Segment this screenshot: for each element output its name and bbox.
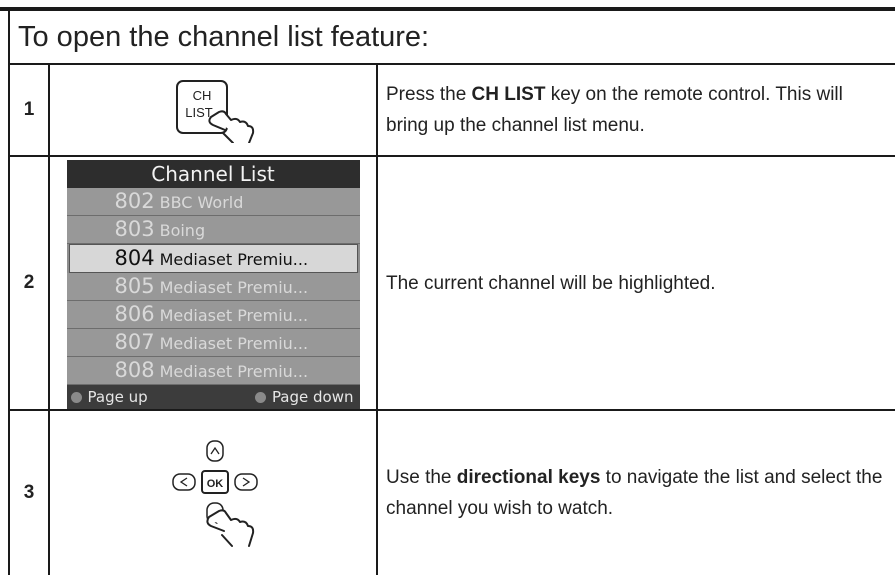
channel-name: Mediaset Premiu... [159, 277, 309, 297]
channel-name: Mediaset Premiu... [159, 249, 309, 269]
colour-button-icon [70, 391, 82, 403]
directional-keys-icon: OK [172, 439, 258, 547]
step-number: 1 [8, 63, 49, 157]
step-text-bold: CH LIST [471, 84, 546, 105]
channel-list-screenshot: Channel List 802 BBC World 803 Boing 804 Me… [66, 159, 360, 409]
channel-list-title: Channel List [66, 159, 360, 188]
pointing-hand-icon [206, 508, 255, 547]
channel-name: Mediaset Premiu... [159, 361, 309, 381]
channel-list-item: 807 Mediaset Premiu... [66, 328, 360, 357]
channel-number: 804 [114, 245, 155, 270]
step-row-1: 1 CH LIST Press the CH LIST key on the r… [8, 63, 895, 157]
step-text: The current channel will be highlighted. [376, 155, 895, 411]
ch-list-key-press-icon: CH LIST [176, 79, 255, 144]
channel-list-item: 803 Boing [66, 215, 360, 244]
step-text: Use the directional keys to navigate the… [376, 409, 895, 575]
step-text-pre: Press the [386, 84, 472, 105]
channel-list-item: 802 BBC World [66, 187, 360, 216]
channel-name: Mediaset Premiu... [159, 333, 309, 353]
channel-name: Boing [159, 220, 206, 240]
channel-name: BBC World [159, 192, 244, 212]
ok-key-label: OK [207, 478, 224, 490]
step-number: 2 [8, 155, 49, 411]
step-illustration: CH LIST [48, 63, 377, 157]
page-down-hint: Page down [254, 385, 354, 409]
channel-number: 808 [114, 357, 155, 382]
channel-name: Mediaset Premiu... [159, 305, 309, 325]
channel-list-item-selected: 804 Mediaset Premiu... [68, 243, 358, 273]
right-key-icon [234, 472, 258, 491]
key-label-line1: CH [193, 88, 212, 103]
step-illustration: Channel List 802 BBC World 803 Boing 804 Me… [48, 155, 377, 411]
channel-list-item: 806 Mediaset Premiu... [66, 300, 360, 329]
step-text-bold: directional keys [456, 467, 601, 488]
steps-table: 1 CH LIST Press the CH LIST key on the r… [8, 63, 895, 575]
page-up-label: Page up [87, 387, 148, 406]
channel-list-item: 805 Mediaset Premiu... [66, 272, 360, 301]
channel-number: 805 [114, 273, 155, 298]
step-text-pre: Use the [386, 467, 457, 488]
step-row-3: 3 OK Use the directional keys to navigat… [8, 409, 895, 575]
page-title: To open the channel list feature: [8, 11, 895, 63]
step-number: 3 [8, 409, 49, 575]
channel-number: 803 [114, 216, 155, 241]
step-text: Press the CH LIST key on the remote cont… [376, 63, 895, 157]
channel-list-item: 808 Mediaset Premiu... [66, 356, 360, 385]
up-key-icon [206, 439, 224, 462]
channel-list-footer: Page up Page down [66, 384, 360, 409]
channel-number: 802 [114, 188, 155, 213]
channel-number: 807 [114, 329, 155, 354]
pointing-hand-icon [208, 109, 255, 144]
instruction-page: To open the channel list feature: 1 CH L… [0, 0, 895, 575]
step-illustration: OK [48, 409, 377, 575]
left-key-icon [172, 472, 196, 491]
key-label-line2: LIST [185, 105, 213, 120]
page-up-hint: Page up [70, 385, 148, 409]
channel-number: 806 [114, 301, 155, 326]
page-down-label: Page down [271, 387, 354, 406]
colour-button-icon [254, 391, 266, 403]
step-row-2: 2 Channel List 802 BBC World 803 Boing 804… [8, 155, 895, 411]
